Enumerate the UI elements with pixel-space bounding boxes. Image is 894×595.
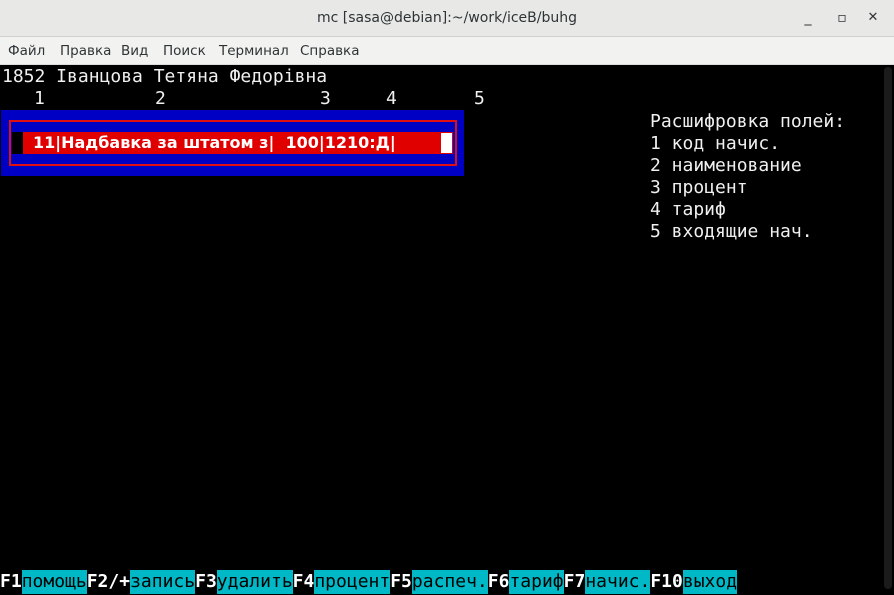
column-number-2: 2: [155, 88, 166, 109]
record-text: 11|Надбавка за штатом з| 100|1210:Д|: [33, 133, 396, 152]
menu-search[interactable]: Поиск: [163, 43, 206, 59]
fkey-f7-label[interactable]: начис.: [585, 570, 651, 594]
function-key-bar: F1помощьF2/+записьF3удалитьF4процентF5ра…: [0, 570, 738, 594]
employee-line: 1852 Іванцова Тетяна Федорівна: [2, 66, 328, 87]
fkey-f4-key[interactable]: F4: [292, 570, 315, 594]
window-title: mc [sasa@debian]:~/work/iceB/buhg: [317, 10, 577, 26]
minimize-icon[interactable]: _: [798, 8, 818, 28]
row-marker: [12, 132, 23, 154]
fkey-f6-label[interactable]: тариф: [509, 570, 564, 594]
menu-view[interactable]: Вид: [121, 43, 148, 59]
legend-item: 5 входящие нач.: [650, 221, 813, 242]
column-number-3: 3: [320, 88, 331, 109]
legend-item: 4 тариф: [650, 199, 726, 220]
legend-item: 2 наименование: [650, 155, 802, 176]
fkey-f4-label[interactable]: процент: [314, 570, 391, 594]
fkey-f6-key[interactable]: F6: [487, 570, 510, 594]
menu-edit[interactable]: Правка: [60, 43, 111, 59]
record-panel: 11|Надбавка за штатом з| 100|1210:Д|: [1, 110, 464, 176]
fkey-f2-label[interactable]: запись: [130, 570, 196, 594]
fkey-f3-label[interactable]: удалить: [216, 570, 293, 594]
maximize-icon[interactable]: ▫: [832, 8, 852, 28]
text-cursor: [441, 133, 452, 153]
fkey-f2-key[interactable]: F2/+: [86, 570, 131, 594]
fkey-f5-label[interactable]: распеч.: [411, 570, 488, 594]
menu-file[interactable]: Файл: [8, 43, 45, 59]
fkey-f10-label[interactable]: выход: [682, 570, 738, 594]
column-number-4: 4: [386, 88, 397, 109]
fkey-f5-key[interactable]: F5: [390, 570, 412, 594]
menu-help[interactable]: Справка: [300, 43, 359, 59]
fkey-f10-key[interactable]: F10: [650, 570, 683, 594]
column-number-1: 1: [34, 88, 45, 109]
fkey-f7-key[interactable]: F7: [563, 570, 586, 594]
fkey-f1-label[interactable]: помощь: [21, 570, 87, 594]
fkey-f1-key[interactable]: F1: [0, 570, 22, 594]
terminal-scrollbar[interactable]: [884, 67, 892, 589]
legend-item: 1 код начис.: [650, 133, 781, 154]
menu-terminal[interactable]: Терминал: [219, 43, 289, 59]
legend-item: 3 процент: [650, 177, 748, 198]
close-icon[interactable]: ✕: [863, 8, 883, 28]
fkey-f3-key[interactable]: F3: [195, 570, 217, 594]
window-titlebar: mc [sasa@debian]:~/work/iceB/buhg _ ▫ ✕: [0, 0, 894, 37]
legend-title: Расшифровка полей:: [650, 111, 846, 132]
column-number-5: 5: [474, 88, 485, 109]
selected-record-row[interactable]: 11|Надбавка за штатом з| 100|1210:Д|: [23, 132, 453, 154]
menu-bar: Файл Правка Вид Поиск Терминал Справка: [0, 37, 894, 65]
